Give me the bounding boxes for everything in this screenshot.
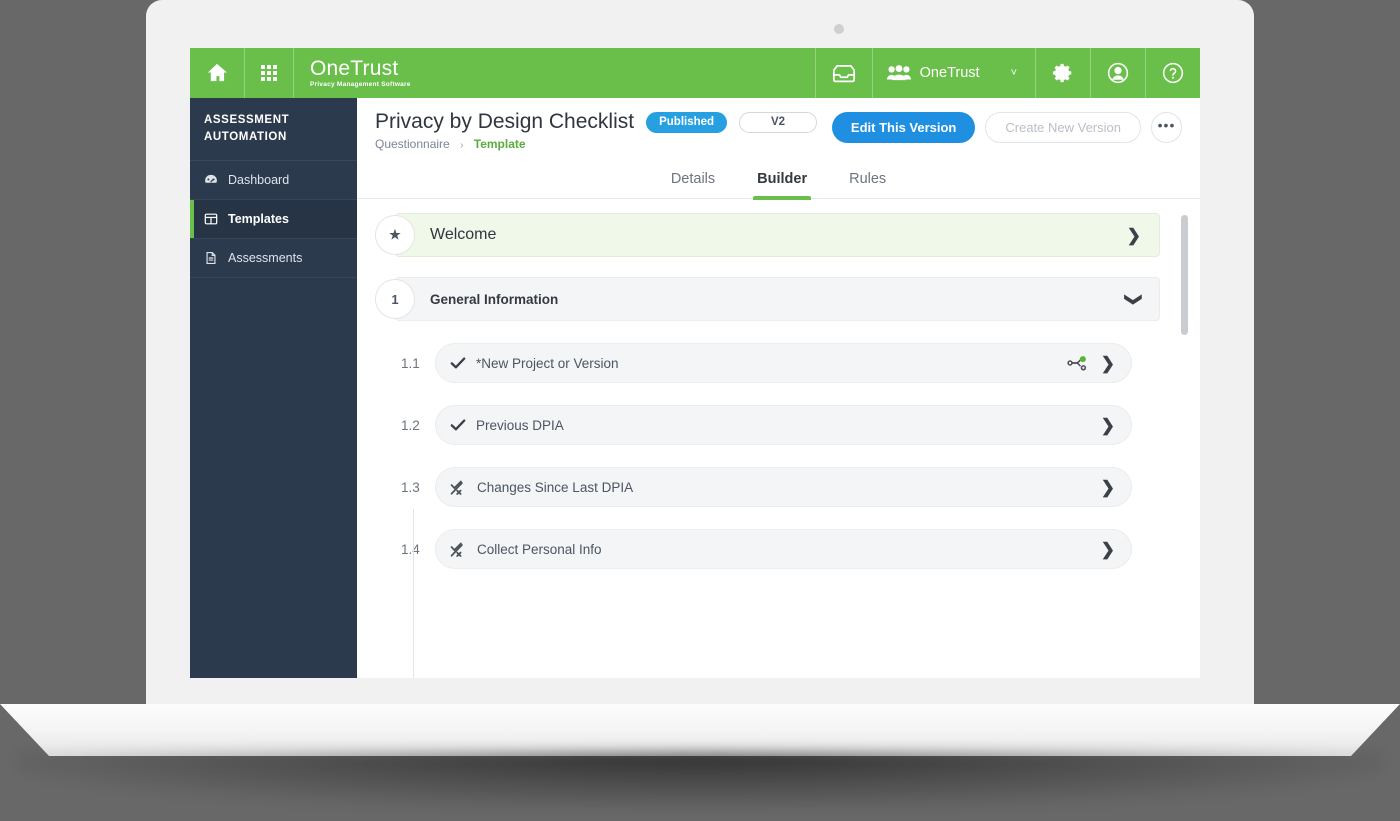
page-title: Privacy by Design Checklist bbox=[375, 110, 635, 133]
app-body: ASSESSMENT AUTOMATION Dashboard Template… bbox=[190, 98, 1200, 678]
screenshot-stage: OneTrust Privacy Management Software One… bbox=[0, 0, 1400, 821]
section-bar[interactable]: Welcome ❯ bbox=[395, 213, 1160, 257]
breadcrumb-current: Template bbox=[473, 137, 526, 151]
chevron-down-icon[interactable]: ❯ bbox=[1124, 292, 1143, 306]
question-row-icons: ❯ bbox=[1101, 541, 1115, 558]
left-sidebar: ASSESSMENT AUTOMATION Dashboard Template… bbox=[190, 98, 357, 678]
section-bar[interactable]: General Information ❯ bbox=[395, 277, 1160, 321]
chevron-right-icon[interactable]: ❯ bbox=[1101, 541, 1115, 558]
check-cross-icon bbox=[450, 542, 467, 557]
question-row-icons: ❯ bbox=[1101, 417, 1115, 434]
question-row-icons: ❯ bbox=[1067, 355, 1115, 372]
chevron-right-icon[interactable]: ❯ bbox=[1101, 417, 1115, 434]
page-header: Privacy by Design Checklist Published V2… bbox=[357, 98, 1200, 151]
chevron-down-icon: ˅ bbox=[1010, 67, 1017, 79]
section-label: General Information bbox=[430, 291, 559, 307]
question-number: 1.3 bbox=[401, 479, 420, 495]
document-icon bbox=[204, 251, 218, 265]
sidebar-item-templates[interactable]: Templates bbox=[190, 199, 357, 239]
checkmark-icon bbox=[450, 356, 466, 370]
tab-builder[interactable]: Builder bbox=[753, 171, 812, 200]
chevron-right-icon[interactable]: ❯ bbox=[1127, 227, 1141, 244]
help-icon bbox=[1162, 62, 1184, 84]
check-cross-icon bbox=[450, 480, 467, 495]
sidebar-item-label: Dashboard bbox=[228, 172, 290, 187]
version-badge[interactable]: V2 bbox=[739, 111, 818, 133]
builder-canvas: ★ Welcome ❯ 1 General Information ❯ 1.1 … bbox=[357, 199, 1200, 678]
section-row-welcome[interactable]: ★ Welcome ❯ bbox=[375, 213, 1160, 257]
scrollbar-thumb[interactable] bbox=[1181, 215, 1188, 335]
section-connector-line bbox=[413, 509, 414, 678]
question-label: Collect Personal Info bbox=[477, 541, 602, 557]
tab-rules[interactable]: Rules bbox=[849, 171, 886, 198]
apps-menu-button[interactable] bbox=[245, 48, 294, 98]
sidebar-item-assessments[interactable]: Assessments bbox=[190, 239, 357, 278]
sidebar-item-label: Templates bbox=[228, 211, 289, 226]
question-number: 1.4 bbox=[401, 541, 420, 557]
chevron-right-icon[interactable]: ❯ bbox=[1101, 479, 1115, 496]
home-icon bbox=[206, 63, 228, 83]
question-number: 1.1 bbox=[401, 355, 420, 371]
question-bar[interactable]: *New Project or Version ❯ bbox=[435, 343, 1132, 383]
org-people-icon bbox=[886, 65, 911, 81]
top-bar-spacer bbox=[428, 48, 816, 98]
main-content: Privacy by Design Checklist Published V2… bbox=[357, 98, 1200, 678]
browser-screen: OneTrust Privacy Management Software One… bbox=[190, 48, 1200, 678]
org-selector[interactable]: OneTrust ˅ bbox=[873, 48, 1036, 98]
breadcrumb-parent[interactable]: Questionnaire bbox=[375, 137, 450, 151]
chevron-right-icon[interactable]: ❯ bbox=[1101, 355, 1115, 372]
canvas-scrollbar[interactable] bbox=[1181, 207, 1194, 678]
org-name: OneTrust bbox=[919, 65, 980, 81]
app-top-bar: OneTrust Privacy Management Software One… bbox=[190, 48, 1200, 98]
home-button[interactable] bbox=[190, 48, 245, 98]
breadcrumb-separator-icon: › bbox=[460, 140, 464, 151]
section-label: Welcome bbox=[430, 226, 497, 243]
inbox-button[interactable] bbox=[816, 48, 873, 98]
overflow-menu-button[interactable]: ••• bbox=[1151, 112, 1182, 143]
laptop-base bbox=[0, 704, 1400, 756]
question-label: Previous DPIA bbox=[476, 417, 564, 433]
question-row-icons: ❯ bbox=[1101, 479, 1115, 496]
sidebar-title: ASSESSMENT AUTOMATION bbox=[190, 98, 357, 161]
section-row-general-information[interactable]: 1 General Information ❯ bbox=[375, 277, 1160, 321]
help-button[interactable] bbox=[1146, 48, 1200, 98]
create-new-version-button[interactable]: Create New Version bbox=[985, 112, 1141, 143]
status-badge: Published bbox=[646, 111, 728, 133]
sidebar-item-dashboard[interactable]: Dashboard bbox=[190, 161, 357, 200]
apps-grid-icon bbox=[261, 65, 277, 81]
brand-name: OneTrust bbox=[310, 56, 399, 80]
settings-button[interactable] bbox=[1036, 48, 1091, 98]
brand-tagline: Privacy Management Software bbox=[310, 81, 411, 89]
edit-this-version-button[interactable]: Edit This Version bbox=[831, 112, 976, 143]
question-row[interactable]: 1.3 Changes Since Last DPIA ❯ bbox=[401, 467, 1132, 507]
question-row[interactable]: 1.4 Collect Personal Info ❯ bbox=[401, 529, 1132, 569]
star-icon: ★ bbox=[375, 215, 415, 255]
question-bar[interactable]: Previous DPIA ❯ bbox=[435, 405, 1132, 445]
question-bar[interactable]: Collect Personal Info ❯ bbox=[435, 529, 1132, 569]
tab-details[interactable]: Details bbox=[671, 171, 715, 198]
brand-logo: OneTrust Privacy Management Software bbox=[294, 48, 428, 98]
question-label: Changes Since Last DPIA bbox=[477, 479, 634, 495]
inbox-icon bbox=[832, 64, 856, 83]
sidebar-item-label: Assessments bbox=[228, 250, 303, 265]
gear-icon bbox=[1052, 62, 1074, 84]
question-number: 1.2 bbox=[401, 417, 420, 433]
user-icon bbox=[1107, 62, 1129, 84]
checkmark-icon bbox=[450, 418, 466, 432]
question-row[interactable]: 1.2 Previous DPIA ❯ bbox=[401, 405, 1132, 445]
branching-rule-icon[interactable] bbox=[1067, 355, 1087, 371]
question-row[interactable]: 1.1 *New Project or Version ❯ bbox=[401, 343, 1132, 383]
section-number-badge: 1 bbox=[375, 279, 415, 319]
profile-button[interactable] bbox=[1091, 48, 1146, 98]
webcam-dot bbox=[834, 24, 844, 34]
question-label: *New Project or Version bbox=[476, 355, 619, 371]
templates-icon bbox=[204, 212, 218, 226]
dashboard-icon bbox=[204, 173, 218, 187]
page-actions: Edit This Version Create New Version ••• bbox=[831, 112, 1182, 143]
question-bar[interactable]: Changes Since Last DPIA ❯ bbox=[435, 467, 1132, 507]
tab-bar: Details Builder Rules bbox=[357, 151, 1200, 200]
laptop-drop-shadow bbox=[18, 752, 1382, 808]
